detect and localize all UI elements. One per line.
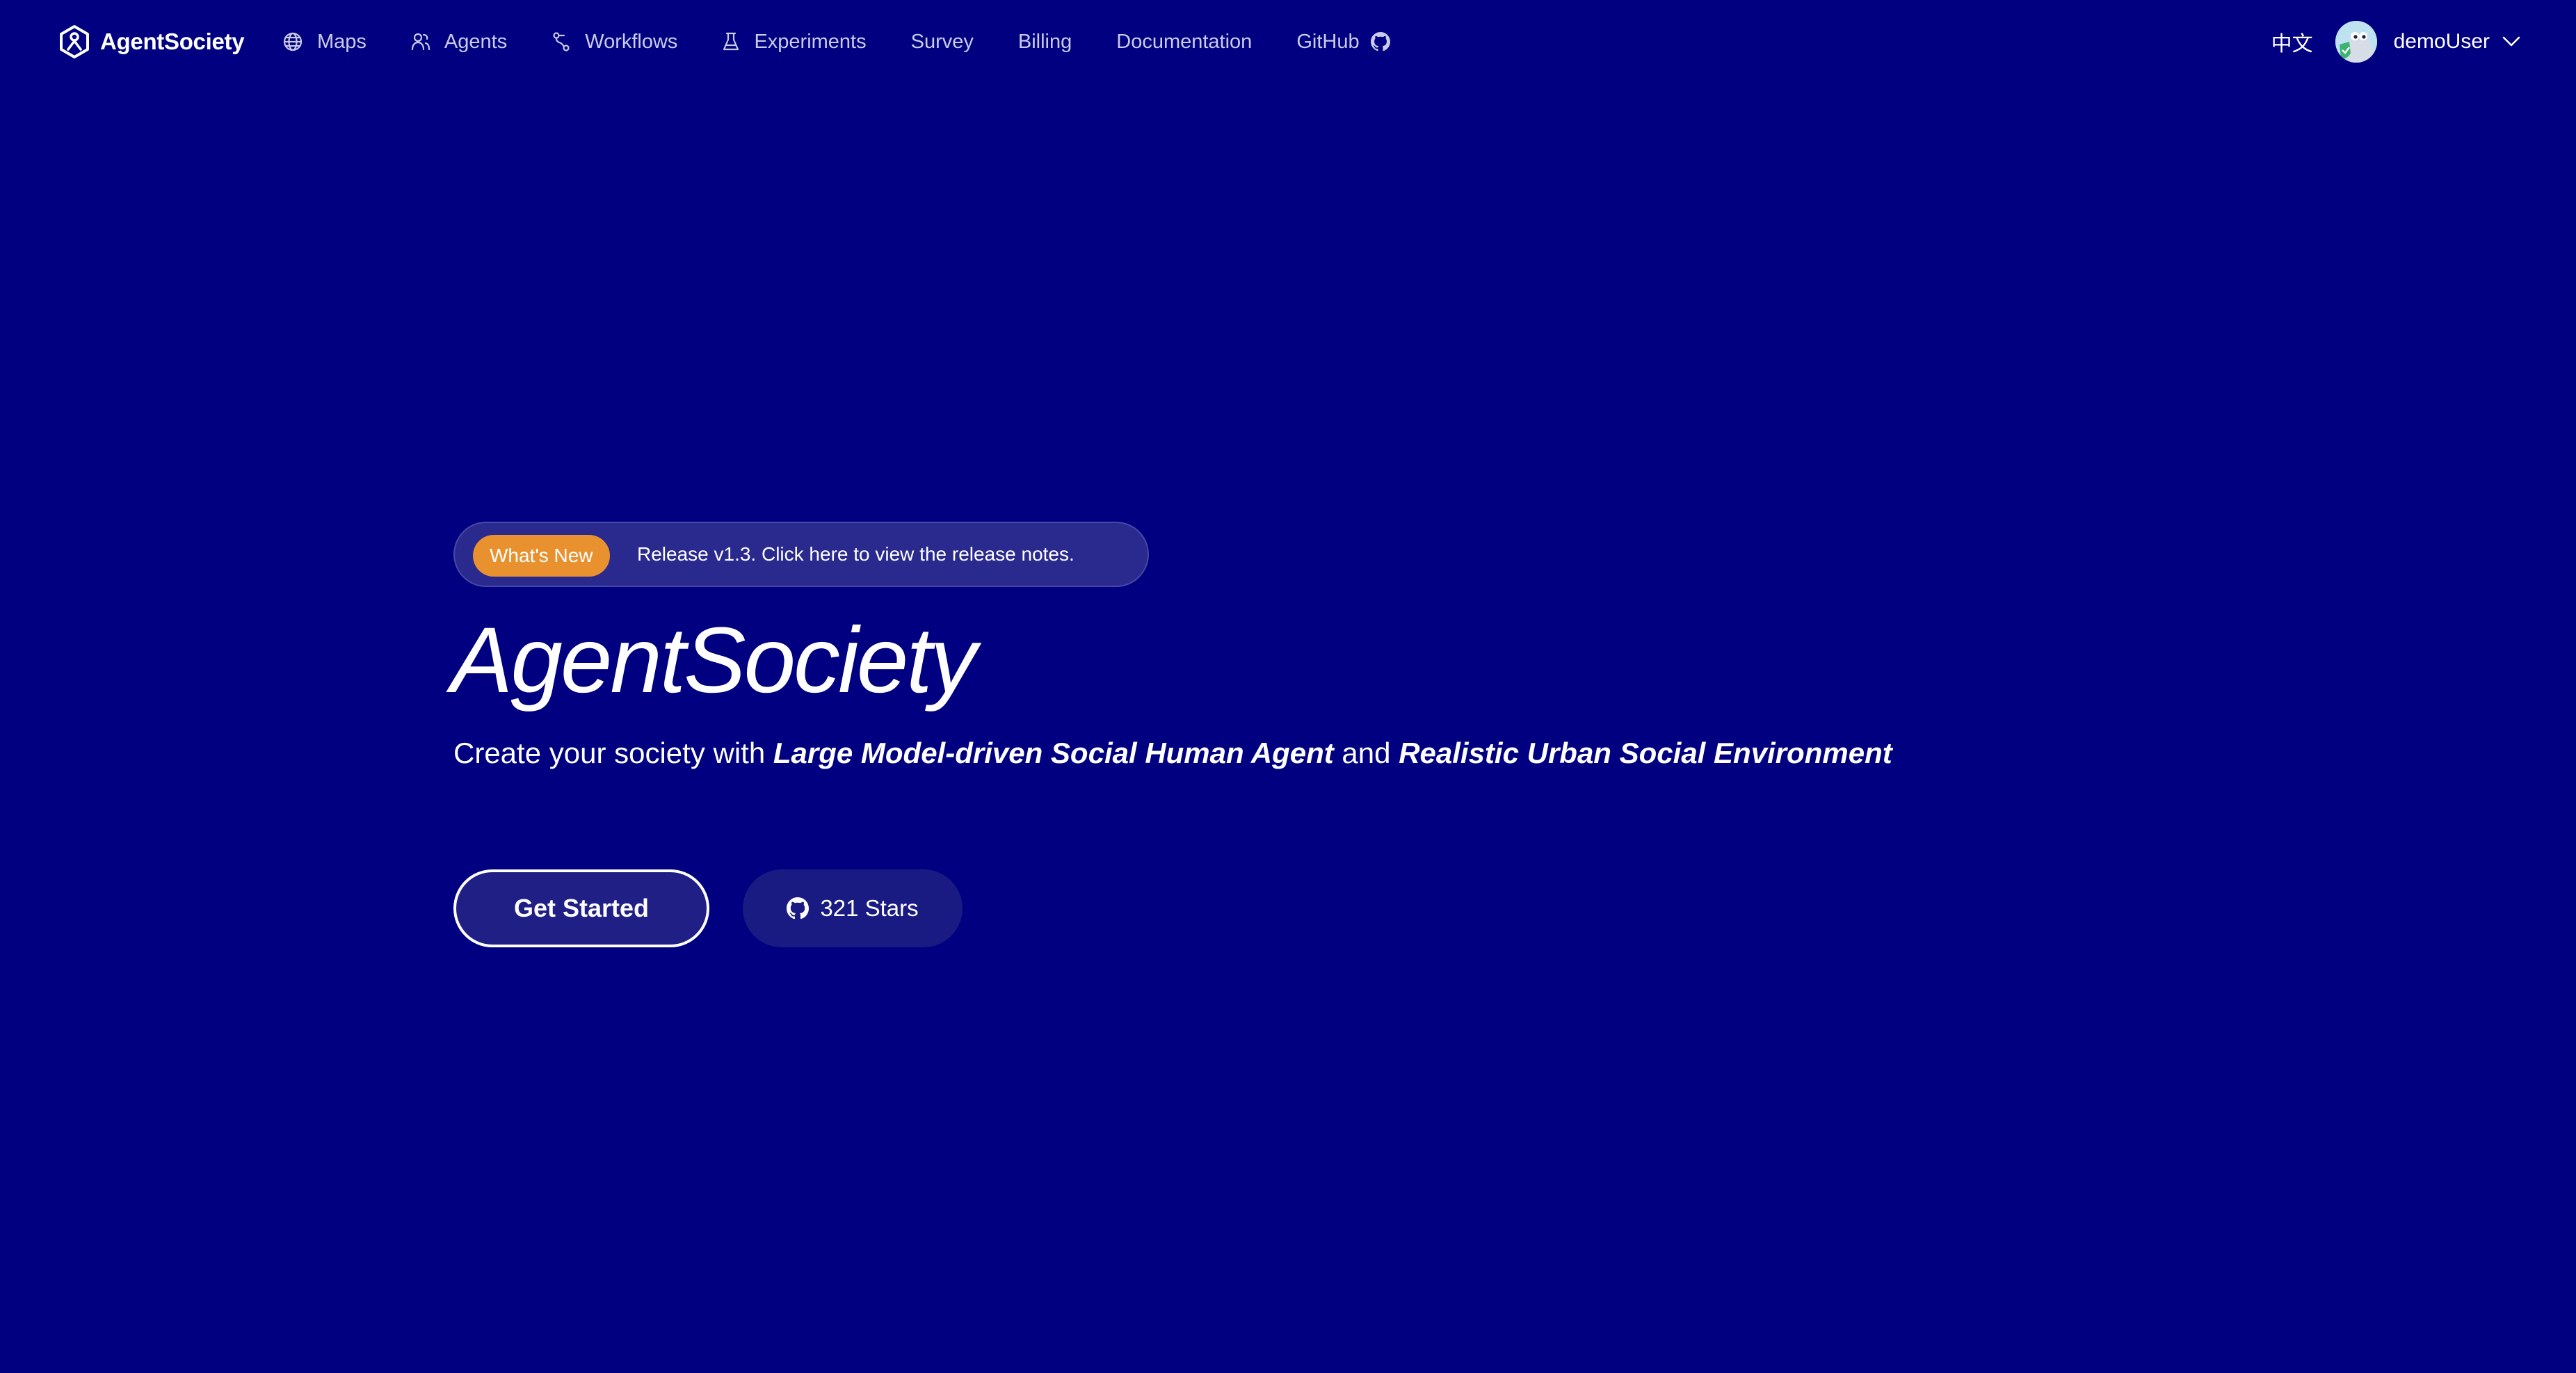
hero-subtitle: Create your society with Large Model-dri… <box>453 732 1892 774</box>
github-icon <box>787 897 810 920</box>
get-started-button[interactable]: Get Started <box>453 869 709 947</box>
username: demoUser <box>2393 30 2490 53</box>
chevron-down-icon <box>2502 36 2520 47</box>
brand-name: AgentSociety <box>100 29 245 54</box>
agentsociety-logo-icon <box>60 25 89 58</box>
nav-right: 中文 demoUser <box>2271 19 2520 64</box>
workflow-icon <box>553 32 570 51</box>
nav-item-label: Workflows <box>585 30 678 53</box>
avatar <box>2335 21 2377 63</box>
nav-item-github[interactable]: GitHub <box>1296 31 1390 54</box>
hero-title: AgentSociety <box>451 609 977 712</box>
language-switch[interactable]: 中文 <box>2271 26 2313 57</box>
nav-item-billing[interactable]: Billing <box>1018 31 1072 54</box>
nav-item-agents[interactable]: Agents <box>411 31 507 54</box>
release-notes-banner[interactable]: What's New Release v1.3. Click here to v… <box>453 522 1149 587</box>
nav-item-label: Survey <box>910 30 974 53</box>
agents-icon <box>411 33 430 51</box>
globe-icon <box>283 32 303 51</box>
whats-new-badge: What's New <box>473 535 610 577</box>
nav-item-label: Experiments <box>754 30 867 53</box>
subtitle-emphasis-environment: Realistic Urban Social Environment <box>1399 737 1892 769</box>
avatar-icon <box>2335 21 2377 63</box>
nav-item-experiments[interactable]: Experiments <box>722 30 867 54</box>
github-icon <box>1370 32 1390 51</box>
nav-item-label: Maps <box>317 30 367 53</box>
flask-icon <box>723 32 739 51</box>
nav-item-survey[interactable]: Survey <box>911 31 974 54</box>
top-navbar: AgentSociety Maps Agents Workflows Exper… <box>0 0 2576 83</box>
nav-item-maps[interactable]: Maps <box>282 31 367 54</box>
nav-links: Maps Agents Workflows Experiments Survey… <box>282 22 1435 61</box>
nav-item-label: Billing <box>1017 30 1072 53</box>
subtitle-middle: and <box>1333 737 1399 769</box>
brand-logo-link[interactable]: AgentSociety <box>58 22 245 61</box>
nav-item-label: Agents <box>444 30 508 53</box>
release-notes-text: Release v1.3. Click here to view the rel… <box>637 543 1074 565</box>
github-stars-button[interactable]: 321 Stars <box>743 869 963 947</box>
stars-count-label: 321 Stars <box>820 895 919 921</box>
subtitle-emphasis-agent: Large Model-driven Social Human Agent <box>773 737 1334 769</box>
subtitle-prefix: Create your society with <box>453 737 773 769</box>
nav-item-label: Documentation <box>1116 30 1253 53</box>
user-menu[interactable]: demoUser <box>2335 21 2520 63</box>
nav-item-documentation[interactable]: Documentation <box>1116 31 1252 54</box>
nav-item-label: GitHub <box>1296 30 1360 53</box>
nav-item-workflows[interactable]: Workflows <box>552 31 677 54</box>
